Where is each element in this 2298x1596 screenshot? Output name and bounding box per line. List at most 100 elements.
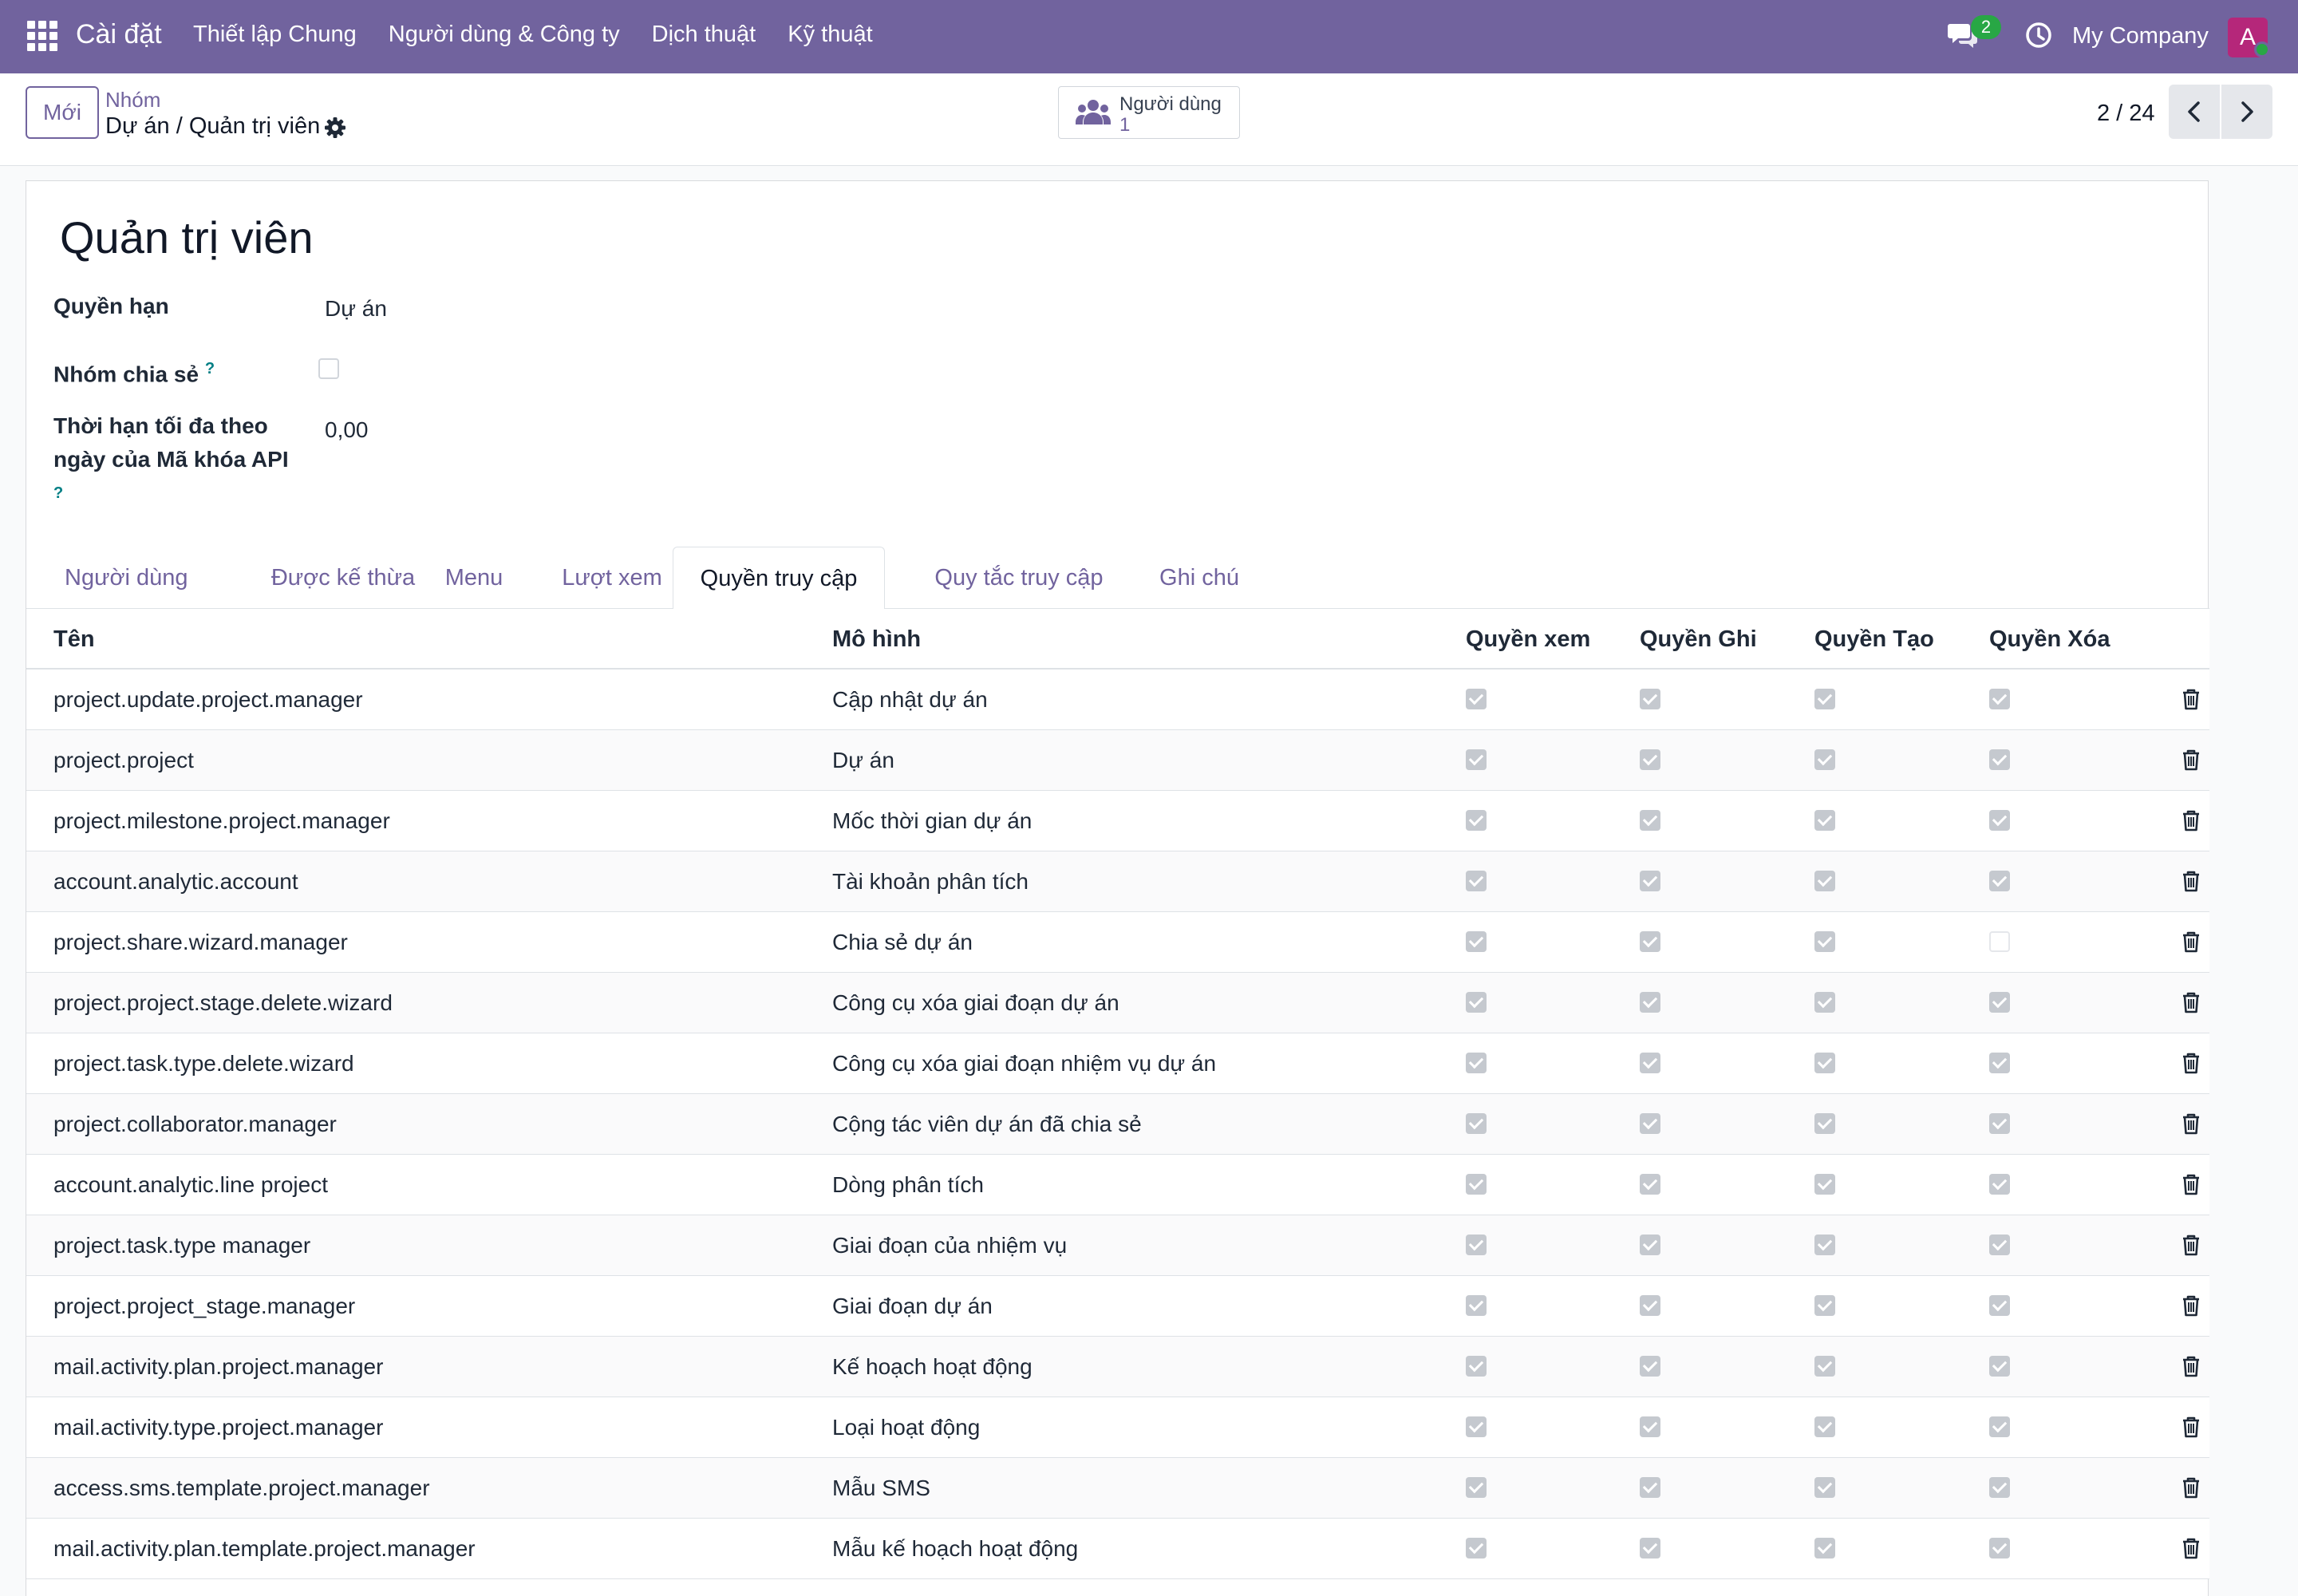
column-header-write[interactable]: Quyền Ghi	[1640, 626, 1757, 653]
users-smart-button[interactable]: Người dùng 1	[1058, 86, 1240, 139]
column-header-read[interactable]: Quyền xem	[1466, 626, 1590, 653]
table-row[interactable]: project.project.stage.delete.wizard Công …	[26, 973, 2209, 1033]
cell-name[interactable]: project.share.wizard.manager	[53, 930, 348, 955]
checkbox-create[interactable]	[1814, 749, 1835, 770]
table-row[interactable]: account.analytic.account Tài khoản phân t…	[26, 851, 2209, 912]
column-header-create[interactable]: Quyền Tạo	[1814, 626, 1934, 653]
cell-name[interactable]: project.milestone.project.manager	[53, 808, 390, 834]
checkbox-unlink[interactable]	[1989, 1416, 2010, 1437]
delete-row-icon[interactable]	[2181, 1112, 2201, 1136]
cell-model[interactable]: Loại hoạt động	[832, 1415, 980, 1440]
checkbox-unlink[interactable]	[1989, 749, 2010, 770]
checkbox-write[interactable]	[1640, 992, 1660, 1013]
checkbox-read[interactable]	[1466, 992, 1487, 1013]
cell-name[interactable]: project.task.type.delete.wizard	[53, 1051, 354, 1077]
checkbox-read[interactable]	[1466, 1477, 1487, 1498]
column-header-name[interactable]: Tên	[53, 626, 95, 653]
cell-model[interactable]: Giai đoạn của nhiệm vụ	[832, 1233, 1067, 1258]
table-row[interactable]: project.milestone.project.manager Mốc thờ…	[26, 791, 2209, 851]
checkbox-read[interactable]	[1466, 1113, 1487, 1134]
cell-name[interactable]: project.task.type manager	[53, 1233, 310, 1258]
checkbox-write[interactable]	[1640, 810, 1660, 831]
menu-item-general-settings[interactable]: Thiết lập Chung	[193, 22, 357, 48]
table-row[interactable]: project.collaborator.manager Cộng tác viê…	[26, 1094, 2209, 1155]
checkbox-read[interactable]	[1466, 1235, 1487, 1255]
tab-access-rights[interactable]: Quyền truy cập	[673, 547, 885, 610]
checkbox-write[interactable]	[1640, 689, 1660, 709]
column-header-delete[interactable]: Quyền Xóa	[1989, 626, 2110, 653]
cell-name[interactable]: access.sms.template.project.manager	[53, 1476, 430, 1501]
cell-name[interactable]: project.collaborator.manager	[53, 1112, 337, 1137]
table-row[interactable]: mail.activity.plan.project.manager Kế hoạ…	[26, 1337, 2209, 1397]
delete-row-icon[interactable]	[2181, 1415, 2201, 1439]
breadcrumb-parent-link[interactable]: Nhóm	[105, 88, 160, 113]
cell-model[interactable]: Dòng phân tích	[832, 1172, 984, 1198]
checkbox-create[interactable]	[1814, 1416, 1835, 1437]
delete-row-icon[interactable]	[2181, 869, 2201, 893]
application-field-value[interactable]: Dự án	[325, 296, 387, 322]
table-row[interactable]: project.project_stage.manager Giai đoạn d…	[26, 1276, 2209, 1337]
checkbox-create[interactable]	[1814, 1113, 1835, 1134]
checkbox-write[interactable]	[1640, 1053, 1660, 1073]
new-button[interactable]: Mới	[26, 86, 99, 139]
checkbox-write[interactable]	[1640, 931, 1660, 952]
cell-model[interactable]: Kế hoạch hoạt động	[832, 1354, 1033, 1380]
activity-clock-icon[interactable]	[2025, 22, 2052, 49]
delete-row-icon[interactable]	[2181, 1354, 2201, 1378]
delete-row-icon[interactable]	[2181, 930, 2201, 954]
tab-record-rules[interactable]: Quy tắc truy cập	[899, 547, 1139, 609]
checkbox-create[interactable]	[1814, 992, 1835, 1013]
checkbox-read[interactable]	[1466, 1174, 1487, 1195]
checkbox-create[interactable]	[1814, 931, 1835, 952]
delete-row-icon[interactable]	[2181, 748, 2201, 772]
checkbox-unlink[interactable]	[1989, 810, 2010, 831]
checkbox-read[interactable]	[1466, 810, 1487, 831]
cell-name[interactable]: project.project	[53, 748, 194, 773]
checkbox-read[interactable]	[1466, 1416, 1487, 1437]
apps-menu-icon[interactable]	[27, 21, 57, 51]
checkbox-write[interactable]	[1640, 1235, 1660, 1255]
checkbox-create[interactable]	[1814, 689, 1835, 709]
checkbox-unlink[interactable]	[1989, 992, 2010, 1013]
menu-item-users-companies[interactable]: Người dùng & Công ty	[389, 22, 620, 48]
cell-name[interactable]: mail.activity.plan.project.manager	[53, 1354, 383, 1380]
table-row[interactable]: access.sms.template.project.manager Mẫu S…	[26, 1458, 2209, 1519]
checkbox-unlink[interactable]	[1989, 1174, 2010, 1195]
delete-row-icon[interactable]	[2181, 1233, 2201, 1257]
checkbox-create[interactable]	[1814, 1538, 1835, 1558]
cell-name[interactable]: mail.activity.type.project.manager	[53, 1415, 383, 1440]
help-tooltip-icon[interactable]: ?	[205, 360, 215, 377]
cell-name[interactable]: account.analytic.line project	[53, 1172, 328, 1198]
checkbox-unlink[interactable]	[1989, 1113, 2010, 1134]
cell-model[interactable]: Mốc thời gian dự án	[832, 808, 1032, 834]
checkbox-create[interactable]	[1814, 1356, 1835, 1377]
checkbox-unlink[interactable]	[1989, 1295, 2010, 1316]
gear-icon[interactable]	[323, 116, 347, 140]
cell-model[interactable]: Cộng tác viên dự án đã chia sẻ	[832, 1112, 1142, 1137]
share-group-checkbox[interactable]	[318, 358, 339, 379]
checkbox-unlink[interactable]	[1989, 689, 2010, 709]
menu-item-technical[interactable]: Kỹ thuật	[788, 22, 872, 48]
checkbox-create[interactable]	[1814, 871, 1835, 891]
cell-model[interactable]: Chia sẻ dự án	[832, 930, 973, 955]
table-row[interactable]: project.task.type.delete.wizard Công cụ x…	[26, 1033, 2209, 1094]
pager-value[interactable]: 2 / 24	[2097, 101, 2155, 127]
table-row[interactable]: account.analytic.line project Dòng phân t…	[26, 1155, 2209, 1215]
checkbox-read[interactable]	[1466, 871, 1487, 891]
checkbox-write[interactable]	[1640, 749, 1660, 770]
checkbox-create[interactable]	[1814, 1477, 1835, 1498]
delete-row-icon[interactable]	[2181, 1476, 2201, 1499]
checkbox-unlink[interactable]	[1989, 1235, 2010, 1255]
delete-row-icon[interactable]	[2181, 1172, 2201, 1196]
menu-item-translations[interactable]: Dịch thuật	[652, 22, 756, 48]
checkbox-write[interactable]	[1640, 1538, 1660, 1558]
cell-model[interactable]: Tài khoản phân tích	[832, 869, 1029, 895]
cell-model[interactable]: Dự án	[832, 748, 894, 773]
table-row[interactable]: project.project Dự án	[26, 730, 2209, 791]
cell-model[interactable]: Công cụ xóa giai đoạn nhiệm vụ dự án	[832, 1051, 1216, 1077]
table-row[interactable]: mail.activity.type.project.manager Loại h…	[26, 1397, 2209, 1458]
tab-inherited[interactable]: Được kế thừa	[243, 547, 443, 609]
checkbox-create[interactable]	[1814, 1235, 1835, 1255]
checkbox-unlink[interactable]	[1989, 931, 2010, 952]
delete-row-icon[interactable]	[2181, 808, 2201, 832]
